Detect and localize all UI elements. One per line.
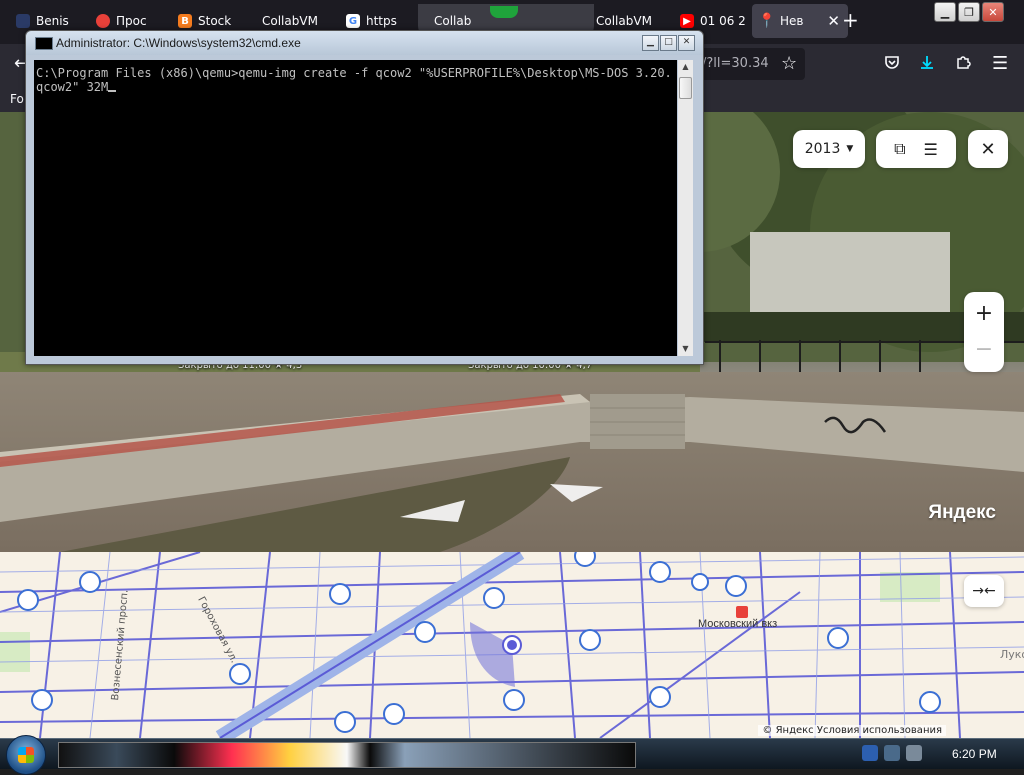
cmd-minimize-button[interactable]: ▁ — [642, 35, 659, 51]
window-controls: ▁ ❐ ✕ — [934, 2, 1004, 22]
address-text: /?ll=30.34 — [702, 56, 769, 71]
blogger-icon: B — [178, 14, 192, 28]
tab-yandex-maps[interactable]: 📍 Нев ✕ — [752, 4, 848, 38]
extensions-icon[interactable] — [955, 54, 971, 75]
open-external-icon[interactable]: ⧉ — [894, 139, 905, 159]
close-tab-icon[interactable]: ✕ — [827, 12, 840, 30]
console-output: C:\Program Files (x86)\qemu>qemu-img cre… — [34, 60, 676, 94]
chevron-down-icon: ▼ — [846, 144, 854, 154]
zoom-control: + − — [964, 292, 1004, 372]
scroll-down-icon[interactable]: ▼ — [678, 342, 693, 356]
cmd-window-controls: ▁ □ ✕ — [642, 35, 695, 51]
cmd-scrollbar[interactable]: ▲ ▼ — [678, 60, 693, 356]
tab-label: Прос — [116, 14, 147, 28]
map-attribution[interactable]: © Яндекс Условия использования — [758, 725, 946, 736]
console-area[interactable]: C:\Program Files (x86)\qemu>qemu-img cre… — [34, 60, 677, 356]
tab-label: Нев — [780, 14, 804, 28]
tab-label: Benis — [36, 14, 69, 28]
taskbar: 6:20 PM — [0, 735, 1024, 775]
record-icon — [96, 14, 110, 28]
tab-label: CollabVM — [262, 14, 318, 28]
collapse-icon: →← — [972, 583, 996, 599]
year-value: 2013 — [804, 141, 841, 157]
tab-label: Stock — [198, 14, 232, 28]
collapse-map-button[interactable]: →← — [964, 575, 1004, 607]
bookmark-item[interactable]: Fo — [10, 92, 24, 106]
hand-icon — [490, 6, 518, 18]
panorama-actions: ⧉ ☰ — [876, 130, 956, 168]
system-tray — [862, 745, 922, 761]
google-icon: G — [346, 14, 360, 28]
mini-map[interactable]: →← — [0, 552, 1024, 738]
zoom-out-button[interactable]: − — [975, 332, 993, 368]
minimize-button[interactable]: ▁ — [934, 2, 956, 22]
tab-label: Collab — [434, 14, 472, 28]
close-panorama-button[interactable]: ✕ — [968, 130, 1008, 168]
maximize-button[interactable]: ❐ — [958, 2, 980, 22]
cmd-maximize-button[interactable]: □ — [660, 35, 677, 51]
yandex-logo: Яндекс — [928, 502, 996, 523]
clock[interactable]: 6:20 PM — [952, 747, 997, 761]
cmd-window[interactable]: Administrator: C:\Windows\system32\cmd.e… — [25, 30, 704, 365]
cmd-titlebar[interactable]: Administrator: C:\Windows\system32\cmd.e… — [26, 31, 703, 55]
tab-label: CollabVM — [596, 14, 652, 28]
page-favicon-icon — [16, 14, 30, 28]
downloads-icon[interactable] — [918, 54, 936, 77]
network-icon[interactable] — [884, 745, 900, 761]
bookmark-star-icon[interactable]: ☆ — [781, 54, 797, 74]
shield-icon[interactable] — [862, 745, 878, 761]
map-roads — [0, 552, 1024, 738]
year-selector[interactable]: 2013 ▼ — [793, 130, 865, 168]
map-pin-icon: 📍 — [758, 13, 776, 29]
cmd-window-title: Administrator: C:\Windows\system32\cmd.e… — [56, 36, 301, 50]
menu-icon[interactable]: ☰ — [992, 54, 1008, 74]
command-line: C:\Program Files (x86)\qemu>qemu-img cre… — [36, 66, 672, 94]
new-tab-button[interactable]: + — [842, 8, 859, 32]
volume-icon[interactable] — [906, 745, 922, 761]
hamburger-icon[interactable]: ☰ — [924, 140, 938, 159]
map-label-edge: Луко — [1000, 648, 1024, 661]
tab-label: 01 06 2 — [700, 14, 746, 28]
start-button[interactable] — [6, 735, 46, 775]
station-label[interactable]: Московский вкз — [698, 618, 777, 630]
scroll-thumb[interactable] — [679, 77, 692, 99]
youtube-icon: ▶ — [680, 14, 694, 28]
cmd-close-button[interactable]: ✕ — [678, 35, 695, 51]
taskbar-programs[interactable] — [58, 742, 636, 768]
close-icon: ✕ — [980, 138, 996, 160]
pocket-icon[interactable] — [884, 54, 900, 75]
zoom-in-button[interactable]: + — [975, 296, 993, 332]
text-cursor — [108, 90, 117, 92]
tab-label: https — [366, 14, 397, 28]
close-window-button[interactable]: ✕ — [982, 2, 1004, 22]
scroll-up-icon[interactable]: ▲ — [678, 60, 693, 74]
console-icon — [35, 37, 53, 50]
